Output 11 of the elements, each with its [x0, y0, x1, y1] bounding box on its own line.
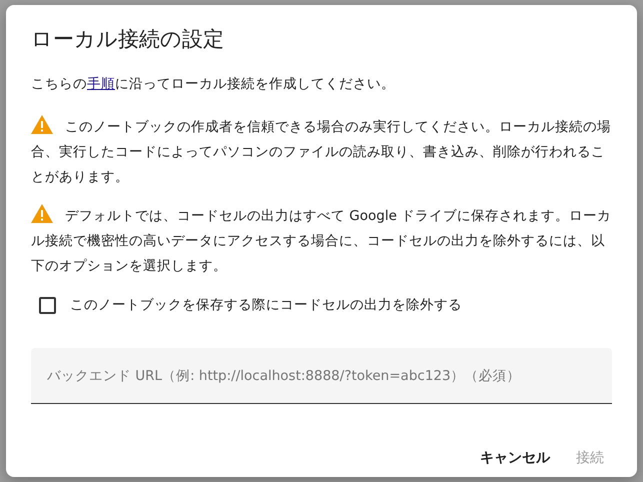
- url-field[interactable]: バックエンド URL（例: http://localhost:8888/?token=abc123）（必須）: [31, 348, 612, 404]
- intro-text: こちらの手順に沿ってローカル接続を作成してください。: [31, 75, 396, 94]
- warning-icon: [31, 115, 53, 134]
- warning-icon: [31, 204, 53, 224]
- checkbox[interactable]: [39, 297, 56, 314]
- checkbox-label: このノートブックを保存する際にコードセルの出力を除外する: [70, 296, 462, 316]
- dialog-title: ローカル接続の設定: [31, 27, 225, 52]
- cancel-button[interactable]: キャンセル: [472, 442, 558, 476]
- instructions-link[interactable]: 手順: [87, 76, 115, 92]
- warning-text: デフォルトでは、コードセルの出力はすべて Google ドライブに保存されます。ローカル接続で機密性の高いデータにアクセスする場合に、コードセルの出力を除外するには、以下のオプションを選択します。: [31, 204, 612, 280]
- warning-text: このノートブックの作成者を信頼できる場合のみ実行してください。ローカル接続の場合、実行したコードによってパソコンのファイルの読み取り、書き込み、削除が行われることがあります。: [31, 115, 612, 190]
